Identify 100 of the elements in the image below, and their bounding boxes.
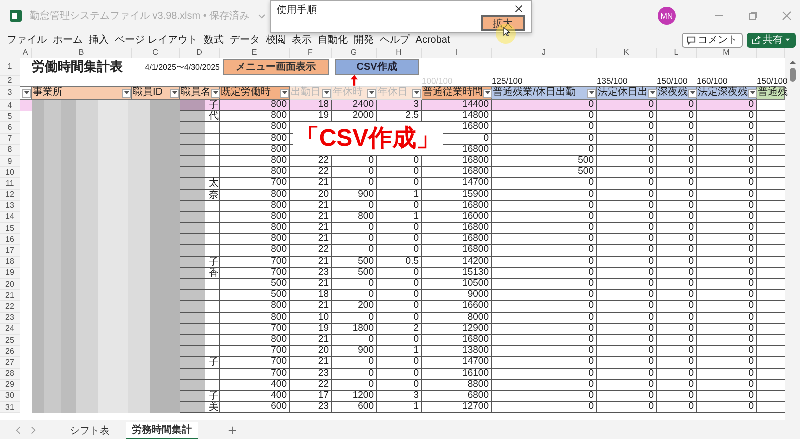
row-number[interactable]: 12 [0,190,20,201]
column-letter[interactable]: E [220,48,290,58]
filter-button[interactable] [22,88,31,98]
column-letter[interactable]: D [180,48,220,58]
row-number[interactable]: 24 [0,324,20,335]
column-letter[interactable]: A [20,48,32,58]
row-number[interactable]: 16 [0,234,20,246]
row-number[interactable]: 2 [0,76,20,86]
filter-button[interactable] [688,88,697,98]
comment-button[interactable]: コメント [682,32,743,48]
filter-button[interactable] [483,88,492,98]
table-cell: 0 [657,122,697,134]
table-cell: 800 [220,234,290,246]
row-number[interactable]: 14 [0,212,20,224]
menu-item[interactable]: ホーム [50,33,86,47]
row-number[interactable]: 26 [0,346,20,358]
column-letter[interactable]: I [422,48,492,58]
sheet-tab[interactable]: 労務時間集計 [126,422,198,439]
row-number[interactable]: 10 [0,167,20,178]
table-cell: 0 [492,402,597,414]
avatar[interactable]: MN [658,7,676,25]
chevron-left-icon[interactable] [16,426,21,435]
row-number[interactable]: 8 [0,144,20,156]
filter-button[interactable] [748,88,757,98]
filter-button[interactable] [367,88,376,98]
row-number[interactable]: 1 [0,58,20,76]
row-number[interactable]: 29 [0,380,20,391]
table-cell: 子 [180,100,220,112]
filter-button[interactable] [170,88,179,98]
row-number[interactable]: 6 [0,122,20,134]
row-number[interactable]: 11 [0,178,20,190]
column-letter[interactable]: F [290,48,332,58]
menu-item[interactable]: ページ レイアウト [112,33,201,47]
table-cell: 500 [492,156,597,168]
row-number[interactable]: 9 [0,156,20,168]
scrollbar-thumb[interactable] [790,68,796,82]
add-sheet-icon[interactable] [228,426,237,435]
row-number[interactable]: 31 [0,402,20,414]
row-number[interactable]: 30 [0,390,20,402]
column-letter[interactable]: M [697,48,757,58]
row-number[interactable]: 27 [0,357,20,368]
column-letter[interactable]: K [597,48,657,58]
row-number[interactable]: 25 [0,334,20,346]
menu-item[interactable]: 自動化 [314,33,351,47]
row-number[interactable]: 20 [0,279,20,290]
menu-item[interactable]: 開発 [350,33,377,47]
header-label: 年休時 [332,87,363,99]
column-letter[interactable]: C [132,48,180,58]
row-number[interactable]: 17 [0,245,20,257]
column-letter[interactable]: L [657,48,697,58]
up-arrow-icon[interactable] [788,60,796,65]
column-letter[interactable]: J [492,48,597,58]
row-number[interactable]: 19 [0,268,20,279]
menu-item[interactable]: 校閲 [262,33,289,47]
row-number[interactable]: 5 [0,111,20,122]
restore-icon[interactable] [748,11,758,21]
share-button[interactable]: 共有 [747,32,796,48]
csv-button[interactable]: CSV作成 [335,59,419,75]
menu-item[interactable]: データ [226,33,263,47]
filter-button[interactable] [280,88,289,98]
row-number[interactable]: 3 [0,86,20,100]
table-cell: 0 [492,178,597,190]
filter-button[interactable] [322,88,331,98]
enlarge-button[interactable]: 拡大 [481,15,525,31]
row-number[interactable]: 15 [0,223,20,234]
table-cell: 0 [332,279,377,290]
row-number[interactable]: 21 [0,290,20,302]
sheet-tab[interactable]: シフト表 [64,422,116,439]
menu-item[interactable]: ファイル [4,33,50,47]
column-letter[interactable]: B [32,48,132,58]
row-number[interactable]: 13 [0,200,20,212]
menu-item[interactable]: 表示 [288,33,315,47]
filter-button[interactable] [587,88,596,98]
menu-item[interactable]: Acrobat [412,34,454,46]
table-cell: 0 [697,223,757,234]
row-number[interactable]: 28 [0,368,20,380]
column-letter[interactable]: G [332,48,377,58]
table-cell: 0 [657,368,697,380]
row-number[interactable]: 4 [0,100,20,112]
row-number[interactable]: 23 [0,312,20,324]
filter-button[interactable] [211,88,220,98]
table-cell: 1800 [332,324,377,335]
row-number[interactable]: 7 [0,134,20,145]
menu-item[interactable]: ヘルプ [376,33,413,47]
table-cell: 0 [377,334,422,346]
chevron-right-icon[interactable] [31,426,36,435]
table-cell: 0 [597,178,657,190]
column-letter[interactable]: H [377,48,422,58]
row-number[interactable]: 22 [0,301,20,313]
menu-item[interactable]: 数式 [200,33,227,47]
table-cell: 0 [657,245,697,257]
table-cell: 0 [332,245,377,257]
menu-item[interactable]: 挿入 [86,33,112,47]
filter-button[interactable] [122,88,131,98]
filter-button[interactable] [412,88,421,98]
table-cell: 0 [597,368,657,380]
menu-display-button[interactable]: メニュー画面表示 [223,59,329,75]
close-icon[interactable] [515,5,523,13]
filter-button[interactable] [648,88,657,98]
row-number[interactable]: 18 [0,256,20,268]
